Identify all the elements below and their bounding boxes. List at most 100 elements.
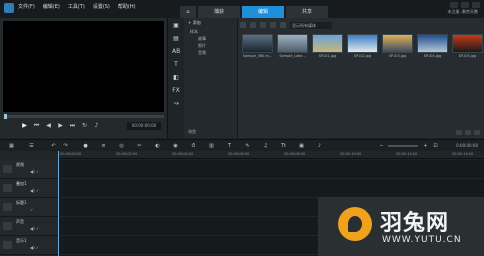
repeat-button[interactable]: ↻ [80, 122, 89, 130]
menu-tools[interactable]: 工具(T) [68, 3, 85, 10]
zoom-in-icon[interactable]: + [422, 143, 429, 149]
folder-sample[interactable]: 样本 [184, 28, 237, 35]
end-button[interactable]: ⏭ [68, 122, 77, 130]
track-lane[interactable] [58, 179, 484, 198]
tab-home[interactable]: ⌂ [180, 6, 196, 18]
thumbnail-item[interactable]: SP-I01.jpg [312, 34, 343, 58]
mixer-icon[interactable]: ≡ [100, 143, 107, 149]
undo-icon[interactable]: ↶ [50, 143, 57, 149]
scrub-handle[interactable] [4, 114, 7, 119]
track-header-overlay[interactable]: 叠加1 ◀) ✓ [0, 179, 58, 198]
timeline-view-icon[interactable]: ☰ [28, 143, 35, 149]
preview-panel: ▶ ⏮ ◀ ▶ ⏭ ↻ ♪ 00:00:00:00 [0, 18, 168, 138]
painting-icon[interactable]: ✎ [244, 143, 251, 149]
next-frame-button[interactable]: ▶ [56, 122, 65, 130]
transition-icon[interactable]: AB [172, 48, 180, 56]
add-folder-button[interactable]: + 添加 [184, 18, 237, 28]
redo-icon[interactable]: ↷ [62, 143, 69, 149]
menu-help[interactable]: 帮助(H) [118, 3, 136, 10]
thumbnail-item[interactable]: Sample_360.m... [242, 34, 273, 58]
watermark: 羽兔网 WWW.YUTU.CN [318, 197, 484, 256]
time-ruler[interactable]: 00:00:00:00 00:00:02:00 00:00:04:00 00:0… [58, 151, 484, 159]
play-button[interactable]: ▶ [20, 122, 29, 130]
view-icon[interactable] [250, 22, 256, 28]
sort-icon[interactable] [456, 130, 462, 135]
menu-edit[interactable]: 编辑(E) [43, 3, 60, 10]
import-icon[interactable] [240, 22, 246, 28]
close-icon[interactable] [472, 2, 480, 8]
thumbnail-image [417, 34, 448, 53]
audio-duck-icon[interactable]: ♫ [262, 143, 269, 149]
track-lane[interactable] [58, 160, 484, 179]
audio-filter-icon[interactable] [280, 22, 286, 28]
registration-status: 未注册, 剩余天数 [447, 9, 478, 14]
motion-track-icon[interactable]: ◎ [118, 143, 125, 149]
graphic-icon[interactable]: ◧ [172, 74, 180, 82]
mute-icon[interactable]: ◀) ✓ [30, 169, 50, 174]
media-icon[interactable]: ▣ [172, 22, 180, 30]
storyboard-view-icon[interactable]: ▦ [8, 143, 15, 149]
filter-icon[interactable]: FX [172, 87, 180, 95]
folder-photo[interactable]: 照片 [184, 42, 237, 49]
transport-controls: ▶ ⏮ ◀ ▶ ⏭ ↻ ♪ [20, 122, 101, 130]
thumbnail-item[interactable]: SP-I04.jpg [417, 34, 448, 58]
browse-button[interactable]: 浏览 [188, 129, 196, 135]
volume-button[interactable]: ♪ [92, 122, 101, 130]
thumbnail-image [242, 34, 273, 53]
tab-share[interactable]: 共享 [286, 6, 328, 18]
thumbnail-item[interactable]: SP-I03.jpg [382, 34, 413, 58]
speed-icon[interactable]: ⏱ [190, 143, 197, 149]
thumb-size-icon[interactable] [474, 130, 480, 135]
mute-icon[interactable]: ◀) ✓ [30, 188, 50, 193]
record-icon[interactable]: ● [82, 143, 89, 149]
photo-filter-icon[interactable] [270, 22, 276, 28]
tab-edit[interactable]: 编辑 [242, 6, 284, 18]
folder-story[interactable]: 故事 [184, 35, 237, 42]
mask-icon[interactable]: ◐ [154, 143, 161, 149]
split-icon[interactable]: ✂ [136, 143, 143, 149]
zoom-slider[interactable] [388, 145, 418, 147]
folder-audio[interactable]: 音频 [184, 49, 237, 56]
scrub-bar[interactable] [4, 114, 164, 119]
title-track-icon [3, 203, 12, 211]
tab-capture[interactable]: 捕获 [198, 6, 240, 18]
home-button[interactable]: ⏮ [32, 122, 41, 130]
track-header-title[interactable]: 标题1 ✓ [0, 198, 58, 217]
3d-title-icon[interactable]: T [226, 143, 233, 149]
thumbnail-item[interactable]: SP-I02.jpg [347, 34, 378, 58]
motion-icon[interactable]: ↝ [172, 100, 180, 108]
instant-project-icon[interactable]: ▤ [172, 35, 180, 43]
subtitle-icon[interactable]: Tt [280, 143, 287, 149]
track-name: 叠加1 [16, 181, 27, 186]
prev-frame-button[interactable]: ◀ [44, 122, 53, 130]
multicam-icon[interactable]: ▣ [298, 143, 305, 149]
ruler-tick: 00:00:06:00 [228, 152, 250, 156]
playhead[interactable] [58, 151, 59, 256]
visibility-icon[interactable]: ✓ [30, 207, 50, 212]
thumbnail-item[interactable]: SP-I05.jpg [452, 34, 483, 58]
zoom-out-icon[interactable]: − [378, 143, 385, 149]
split-screen-icon[interactable]: ▥ [208, 143, 215, 149]
fit-icon[interactable]: ⊡ [432, 143, 439, 149]
ruler-tick: 00:00:00:00 [60, 152, 82, 156]
menu-settings[interactable]: 设置(S) [93, 3, 110, 10]
media-filter-dropdown[interactable]: 显示所有媒体 [290, 21, 332, 29]
title-icon[interactable]: T [172, 61, 180, 69]
menu-file[interactable]: 文件(F) [18, 3, 35, 10]
video-filter-icon[interactable] [260, 22, 266, 28]
preview-timecode[interactable]: 00:00:00:00 [127, 122, 161, 130]
thumbnail-caption: SP-I02.jpg [353, 54, 372, 58]
timeline-timecode[interactable]: 0:00:00:00 [456, 143, 478, 148]
minimize-icon[interactable] [450, 2, 458, 8]
auto-music-icon[interactable]: ♪ [316, 143, 323, 149]
preview-viewport[interactable] [3, 21, 164, 112]
track-header-voice[interactable]: 声音 ◀) ✓ [0, 217, 58, 236]
mute-icon[interactable]: ◀) ✓ [30, 245, 50, 250]
thumbnail-item[interactable]: Sample_Lake... [277, 34, 308, 58]
mute-icon[interactable]: ◀) ✓ [30, 226, 50, 231]
list-view-icon[interactable] [465, 130, 471, 135]
track-header-music[interactable]: 音乐1 ◀) ✓ [0, 236, 58, 255]
track-header-video[interactable]: 视频 ◀) ✓ [0, 160, 58, 179]
maximize-icon[interactable] [461, 2, 469, 8]
color-icon[interactable]: ◉ [172, 143, 179, 149]
